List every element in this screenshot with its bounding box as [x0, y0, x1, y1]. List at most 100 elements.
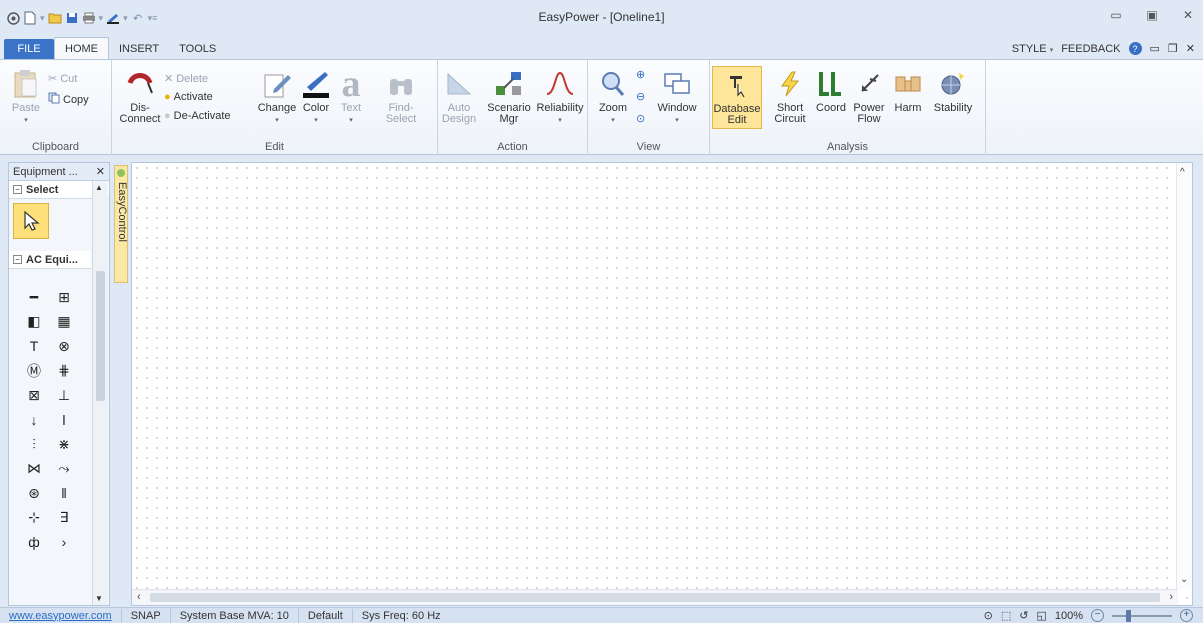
filter-icon[interactable]: ⋇ — [49, 436, 79, 453]
equipment-scrollbar[interactable]: ▲ ▼ — [92, 181, 108, 605]
motor-icon[interactable]: Ⓜ — [19, 361, 49, 381]
change-button[interactable]: Change ▾ — [256, 68, 298, 126]
bus-icon[interactable]: ━ — [19, 289, 49, 306]
zoom-slider[interactable] — [1112, 609, 1172, 622]
close-panel-icon[interactable]: ✕ — [96, 165, 105, 178]
ribbon-right-controls: STYLE ▾ FEEDBACK ? ▭ ❐ ✕ — [1012, 42, 1195, 55]
restore-ribbon-icon[interactable]: ▭ — [1150, 42, 1160, 55]
text-a-icon: a — [341, 62, 361, 105]
tab-file[interactable]: FILE — [4, 39, 54, 59]
deactivate-button[interactable]: ● De-Activate — [164, 110, 231, 122]
scroll-down-icon[interactable]: ▼ — [95, 594, 103, 603]
coord-button[interactable]: Coord — [814, 68, 848, 114]
short-circuit-button[interactable]: Short Circuit — [772, 68, 808, 125]
close-doc-icon[interactable]: ✕ — [1186, 42, 1195, 55]
tab-home[interactable]: HOME — [54, 37, 109, 59]
scenario-mgr-button[interactable]: Scenario Mgr — [484, 68, 534, 125]
close-button[interactable]: ✕ — [1181, 8, 1195, 22]
meter-icon[interactable]: ф — [19, 534, 49, 550]
action-group: Auto Design Scenario Mgr Reliability ▾ A… — [438, 60, 588, 155]
style-menu[interactable]: STYLE ▾ — [1012, 43, 1053, 55]
scroll-up-icon[interactable]: ▲ — [95, 183, 103, 192]
collapse-icon[interactable]: − — [13, 255, 22, 264]
binoculars-icon — [385, 68, 417, 100]
stability-globe-icon — [937, 68, 969, 100]
chevron-left-icon[interactable]: ‹ — [137, 591, 141, 603]
maximize-button[interactable]: ▣ — [1145, 8, 1159, 22]
website-link[interactable]: www.easypower.com — [0, 608, 122, 623]
switch-icon[interactable]: ⋕ — [49, 362, 79, 379]
tab-insert[interactable]: INSERT — [109, 39, 169, 59]
zoom-button[interactable]: Zoom ▾ — [596, 68, 630, 126]
reactor-icon[interactable]: ⋈ — [19, 460, 49, 477]
select-pointer-button[interactable] — [13, 203, 49, 239]
utility-icon[interactable]: ⊹ — [19, 509, 49, 526]
feedback-link[interactable]: FEEDBACK — [1061, 43, 1120, 55]
load-icon[interactable]: ↓ — [19, 412, 49, 428]
shunt-icon[interactable]: ∃ — [49, 509, 79, 526]
equipment-panel-header: Equipment ... ✕ — [9, 163, 109, 181]
capacitor-icon[interactable]: ⊥ — [49, 387, 79, 404]
sys-freq: Sys Freq: 60 Hz — [361, 609, 441, 622]
ground-icon[interactable]: ‖ — [49, 485, 79, 501]
zoom-fit-icon[interactable]: ⊙ — [636, 112, 645, 125]
delete-button[interactable]: ✕ Delete — [164, 72, 208, 86]
help-icon[interactable]: ? — [1128, 42, 1142, 55]
text-button[interactable]: a Text ▾ — [336, 62, 366, 126]
zoom-slider-thumb[interactable] — [1126, 609, 1131, 622]
canvas-vertical-scrollbar[interactable]: ^ ⌄ — [1176, 163, 1192, 589]
chevron-right-icon[interactable]: › — [1169, 591, 1173, 603]
collapse-icon[interactable]: − — [13, 185, 22, 194]
activate-button[interactable]: ● Activate — [164, 91, 213, 103]
disconnect-button[interactable]: Dis- Connect — [118, 68, 162, 125]
scissors-icon: ✂ — [48, 73, 58, 85]
harm-button[interactable]: Harm — [890, 68, 926, 114]
database-edit-button[interactable]: Database Edit — [712, 66, 762, 129]
transformer-icon[interactable]: ⊗ — [49, 338, 79, 355]
zoom-previous-icon[interactable]: ↺ — [1019, 609, 1028, 622]
disconnect-switch-icon[interactable]: ⤳ — [49, 460, 79, 477]
power-flow-button[interactable]: Power Flow — [852, 68, 886, 125]
tab-tools[interactable]: TOOLS — [169, 39, 226, 59]
generator-icon[interactable]: ⊛ — [19, 485, 49, 502]
cut-button[interactable]: ✂ Cut — [48, 72, 77, 86]
oneline-canvas[interactable]: ^ ⌄ ‹ › — [131, 162, 1193, 606]
zoom-out-icon[interactable]: ⊖ — [636, 90, 645, 103]
window-button[interactable]: Window ▾ — [654, 68, 700, 126]
color-button[interactable]: Color ▾ — [298, 68, 334, 126]
zoom-in-icon[interactable]: ⊕ — [636, 68, 645, 81]
snap-indicator[interactable]: SNAP — [122, 608, 171, 623]
zoom-page-icon[interactable]: ◱ — [1036, 609, 1046, 622]
zoom-fit-icon[interactable]: ⊙ — [984, 609, 993, 622]
stability-button[interactable]: Stability — [930, 68, 976, 114]
canvas-horizontal-scrollbar[interactable]: ‹ › — [132, 589, 1178, 605]
busway-icon[interactable]: ⊞ — [49, 289, 79, 306]
magnifier-icon — [597, 68, 629, 100]
chevron-down-icon[interactable]: ⌄ — [1180, 574, 1188, 585]
zoom-out-button[interactable]: − — [1091, 609, 1104, 622]
easycontrol-tab[interactable]: EasyControl — [114, 165, 128, 283]
zoom-in-button[interactable]: + — [1180, 609, 1193, 622]
ac-equipment-section-header[interactable]: − AC Equi... — [9, 251, 91, 269]
find-select-button[interactable]: Find- Select — [382, 68, 420, 125]
relay-icon[interactable]: ⫶ — [19, 436, 49, 453]
chevron-up-icon[interactable]: ^ — [1180, 167, 1185, 178]
clipboard-group: Paste ▾ ✂ Cut Copy Clipboard — [0, 60, 112, 155]
fuse-icon[interactable]: ǀ — [49, 412, 79, 428]
panel-icon[interactable]: ◧ — [19, 313, 49, 330]
auto-design-button[interactable]: Auto Design — [440, 68, 478, 125]
zoom-window-icon[interactable]: ⬚ — [1001, 609, 1011, 622]
cable-icon[interactable]: T — [19, 338, 49, 354]
copy-button[interactable]: Copy — [48, 92, 89, 107]
scrollbar-thumb[interactable] — [150, 593, 1160, 602]
restore-window-icon[interactable]: ❐ — [1168, 42, 1178, 55]
paste-button[interactable]: Paste ▾ — [6, 68, 46, 126]
pointer-arrow-icon — [24, 210, 40, 231]
copy-icon — [48, 92, 60, 107]
scrollbar-thumb[interactable] — [96, 271, 105, 401]
reliability-button[interactable]: Reliability ▾ — [536, 68, 584, 126]
photovoltaic-icon[interactable]: › — [49, 534, 79, 550]
mcc-icon[interactable]: ▦ — [49, 313, 79, 330]
breaker-icon[interactable]: ⊠ — [19, 387, 49, 404]
minimize-button[interactable]: ▭ — [1109, 8, 1123, 22]
